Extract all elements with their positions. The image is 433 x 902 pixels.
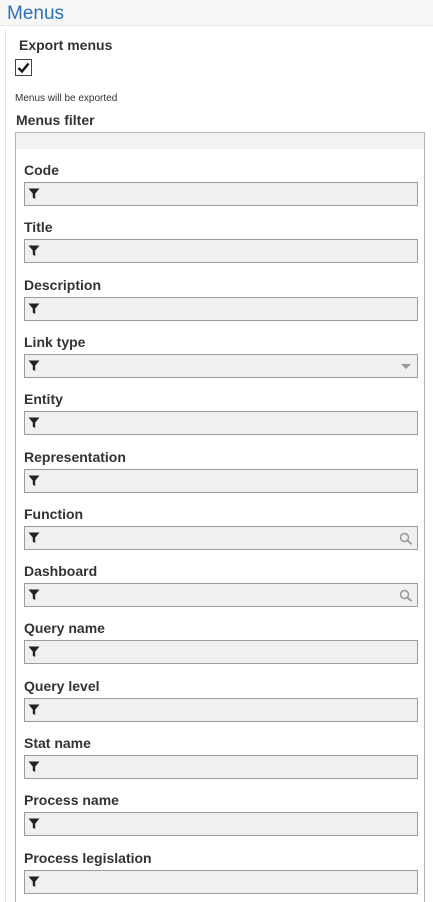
representation-label: Representation — [24, 449, 126, 465]
funnel-icon — [28, 704, 40, 715]
stat-name-label: Stat name — [24, 735, 91, 751]
process-name-label: Process name — [24, 792, 119, 808]
title-label: Title — [24, 219, 53, 235]
code-label: Code — [24, 162, 59, 178]
chevron-down-icon[interactable] — [399, 360, 413, 373]
left-divider — [5, 30, 6, 902]
funnel-icon — [28, 188, 40, 199]
export-menus-checkbox[interactable] — [15, 59, 32, 76]
funnel-icon — [28, 417, 40, 428]
search-icon[interactable] — [399, 532, 413, 545]
representation-filter-input[interactable] — [24, 469, 418, 493]
funnel-icon — [28, 532, 40, 543]
funnel-icon — [28, 876, 40, 887]
funnel-icon — [28, 589, 40, 600]
title-filter-input[interactable] — [24, 239, 418, 263]
link-type-label: Link type — [24, 334, 86, 350]
filter-panel-header — [16, 133, 424, 149]
query-name-filter-input[interactable] — [24, 640, 418, 664]
stat-name-filter-input[interactable] — [24, 755, 418, 779]
funnel-icon — [28, 303, 40, 314]
description-filter-input[interactable] — [24, 297, 418, 321]
funnel-icon — [28, 475, 40, 486]
funnel-icon — [28, 646, 40, 657]
link-type-select[interactable] — [24, 354, 418, 378]
dashboard-filter-input[interactable] — [24, 583, 418, 607]
query-level-label: Query level — [24, 678, 100, 694]
query-level-filter-input[interactable] — [24, 698, 418, 722]
funnel-icon — [28, 245, 40, 256]
entity-label: Entity — [24, 391, 63, 407]
funnel-icon — [28, 761, 40, 772]
code-filter-input[interactable] — [24, 182, 418, 206]
checkmark-icon — [17, 62, 30, 74]
export-note: Menus will be exported — [15, 93, 118, 104]
process-name-filter-input[interactable] — [24, 812, 418, 836]
description-label: Description — [24, 277, 102, 293]
process-legislation-label: Process legislation — [24, 850, 152, 866]
entity-filter-input[interactable] — [24, 411, 418, 435]
section-title: Menus — [7, 3, 65, 24]
dashboard-label: Dashboard — [24, 563, 98, 579]
section-header: Menus — [0, 0, 433, 26]
funnel-icon — [28, 360, 40, 371]
export-menus-label: Export menus — [19, 37, 113, 53]
funnel-icon — [28, 818, 40, 829]
search-icon[interactable] — [399, 589, 413, 602]
function-filter-input[interactable] — [24, 526, 418, 550]
menus-filter-title: Menus filter — [16, 112, 95, 128]
process-legislation-filter-input[interactable] — [24, 870, 418, 894]
query-name-label: Query name — [24, 620, 105, 636]
function-label: Function — [24, 506, 84, 522]
